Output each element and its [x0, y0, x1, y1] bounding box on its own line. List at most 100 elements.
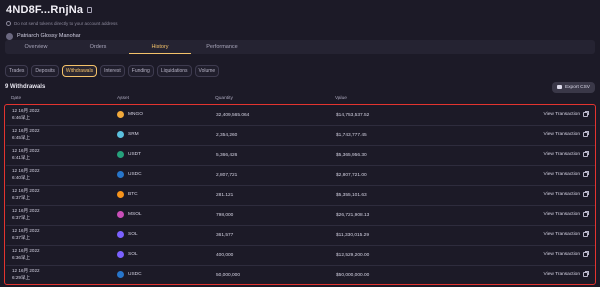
sol-coin-icon — [117, 251, 124, 258]
asset-cell: MSOL — [117, 211, 142, 218]
view-transaction-label: View Transaction — [543, 152, 580, 157]
view-transaction-link[interactable]: View Transaction — [544, 131, 589, 137]
view-transaction-link[interactable]: View Transaction — [544, 211, 589, 217]
usdt-coin-icon — [117, 151, 124, 158]
account-header: 4ND8F...RnjNa Do not send tokens directl… — [6, 3, 594, 43]
asset-cell: SOL — [117, 231, 138, 238]
view-transaction-link[interactable]: View Transaction — [544, 271, 589, 277]
date-text: 12 16月 2022 — [12, 168, 40, 173]
value-cell: $50,000,000.00 — [336, 273, 370, 278]
quantity-cell: 400,000 — [216, 253, 234, 258]
date-text: 12 16月 2022 — [12, 128, 40, 133]
warning-text: Do not send tokens directly to your acco… — [14, 20, 118, 26]
value-cell: $2,807,721.00 — [336, 173, 367, 178]
asset-name: USDC — [128, 172, 142, 177]
camera-icon — [556, 85, 562, 89]
filter-interest[interactable]: Interest — [100, 65, 125, 77]
asset-name: SOL — [128, 252, 138, 257]
external-link-icon — [583, 251, 589, 257]
view-transaction-link[interactable]: View Transaction — [544, 251, 589, 257]
asset-name: BTC — [128, 192, 138, 197]
filter-withdrawals[interactable]: Withdrawals — [61, 65, 98, 77]
value-cell: $14,753,537.52 — [336, 113, 370, 118]
tab-overview[interactable]: Overview — [5, 40, 67, 54]
date-cell: 12 16月 2022 6:46早上 — [12, 108, 40, 121]
usdc-coin-icon — [117, 271, 124, 278]
asset-name: USDT — [128, 152, 142, 157]
time-text: 6:37早上 — [12, 195, 31, 200]
avatar — [6, 32, 13, 40]
table-row: 12 16月 2022 6:41早上 USDT 5,366,426 $5,365,… — [6, 145, 595, 166]
date-text: 12 16月 2022 — [12, 248, 40, 253]
section-title: 9 Withdrawals — [5, 84, 46, 90]
withdrawals-table: 12 16月 2022 6:46早上 MNGO 32,409,565.064 $1… — [4, 104, 596, 285]
view-transaction-label: View Transaction — [543, 232, 580, 237]
view-transaction-label: View Transaction — [543, 112, 580, 117]
date-cell: 12 16月 2022 6:41早上 — [12, 148, 40, 161]
view-transaction-link[interactable]: View Transaction — [543, 191, 589, 197]
quantity-cell: 361,577 — [216, 233, 234, 238]
asset-cell: SRM — [117, 131, 139, 138]
asset-name: USDC — [128, 272, 142, 277]
mngo-coin-icon — [117, 111, 124, 118]
tab-orders[interactable]: Orders — [67, 40, 129, 54]
filter-volume[interactable]: Volume — [194, 65, 220, 77]
quantity-cell: 50,000,000 — [216, 273, 241, 278]
export-csv-button[interactable]: Export CSV — [551, 81, 595, 93]
table-row: 12 16月 2022 6:45早上 SRM 2,354,260 $1,743,7… — [6, 125, 595, 146]
quantity-cell: 5,366,426 — [216, 153, 238, 158]
view-transaction-link[interactable]: View Transaction — [543, 231, 589, 237]
info-icon — [6, 20, 11, 26]
external-link-icon — [583, 271, 589, 277]
value-cell: $5,355,101.63 — [336, 193, 367, 198]
asset-cell: BTC — [117, 191, 138, 198]
value-cell: $5,365,956.30 — [336, 153, 367, 158]
copy-icon[interactable] — [87, 7, 93, 13]
filter-liquidations[interactable]: Liquidations — [156, 65, 192, 77]
external-link-icon — [583, 111, 589, 117]
filter-funding[interactable]: Funding — [127, 65, 154, 77]
filter-deposits[interactable]: Deposits — [31, 65, 59, 77]
view-transaction-link[interactable]: View Transaction — [543, 111, 589, 117]
export-csv-label: Export CSV — [564, 84, 590, 90]
view-transaction-label: View Transaction — [543, 172, 580, 177]
date-cell: 12 16月 2022 6:37早上 — [12, 188, 40, 201]
external-link-icon — [583, 171, 589, 177]
table-row: 12 16月 2022 6:29早上 USDC 50,000,000 $50,00… — [6, 265, 595, 286]
asset-cell: USDC — [117, 171, 142, 178]
external-link-icon — [583, 211, 589, 217]
time-text: 6:36早上 — [12, 255, 31, 260]
tab-history[interactable]: History — [129, 40, 191, 54]
external-link-icon — [583, 231, 589, 237]
external-link-icon — [583, 191, 589, 197]
sort-arrow-icon: ↓ — [217, 96, 220, 101]
view-transaction-label: View Transaction — [543, 192, 580, 197]
account-title: 4ND8F...RnjNa — [6, 4, 84, 16]
date-cell: 12 16月 2022 6:40早上 — [12, 168, 40, 181]
sort-arrow-icon: ↓ — [337, 96, 340, 101]
quantity-cell: 2,807,721 — [216, 173, 238, 178]
external-link-icon — [583, 151, 589, 157]
asset-cell: USDT — [117, 151, 141, 158]
profile-name: Patriarch Glossy Manohar — [17, 33, 81, 39]
date-text: 12 16月 2022 — [12, 268, 40, 273]
external-link-icon — [583, 131, 589, 137]
sort-arrow-icon: ↓ — [119, 96, 122, 101]
asset-name: MSOL — [128, 212, 142, 217]
time-text: 6:37早上 — [12, 215, 31, 220]
filter-trades[interactable]: Trades — [5, 65, 29, 77]
date-cell: 12 16月 2022 6:37早上 — [12, 208, 40, 221]
date-text: 12 16月 2022 — [12, 188, 40, 193]
date-cell: 12 16月 2022 6:36早上 — [12, 248, 40, 261]
date-text: 12 16月 2022 — [12, 228, 40, 233]
asset-cell: SOL — [117, 251, 138, 258]
table-row: 12 16月 2022 6:37早上 MSOL 798,000 $26,721,9… — [6, 205, 595, 226]
asset-cell: MNGO — [117, 111, 143, 118]
date-cell: 12 16月 2022 6:29早上 — [12, 268, 40, 281]
tabs-spacer — [253, 40, 595, 54]
srm-coin-icon — [117, 131, 124, 138]
section-header: 9 Withdrawals Export CSV — [5, 80, 595, 94]
view-transaction-link[interactable]: View Transaction — [543, 171, 589, 177]
view-transaction-link[interactable]: View Transaction — [543, 151, 589, 157]
tab-performance[interactable]: Performance — [191, 40, 253, 54]
